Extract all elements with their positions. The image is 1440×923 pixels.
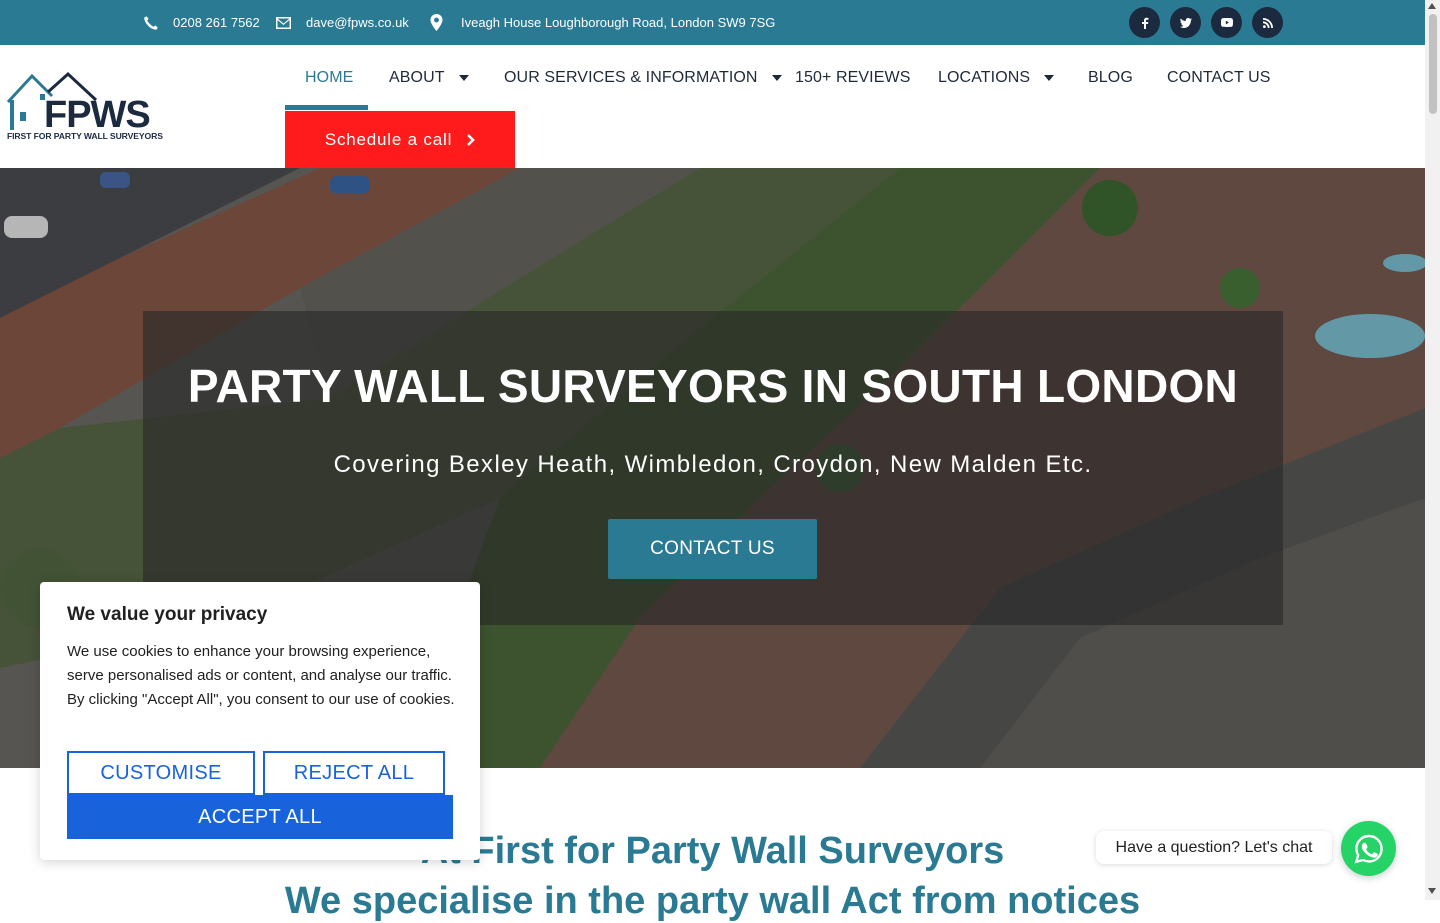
nav-active-indicator <box>285 105 368 110</box>
whatsapp-chat-button[interactable] <box>1341 821 1396 876</box>
nav-services[interactable]: OUR SERVICES & INFORMATION <box>504 62 782 94</box>
chat-prompt[interactable]: Have a question? Let's chat <box>1096 831 1332 864</box>
about-subheading: We specialise in the party wall Act from… <box>284 880 1141 922</box>
schedule-call-button[interactable]: Schedule a call <box>285 111 515 168</box>
phone-number[interactable]: 0208 261 7562 <box>173 15 260 30</box>
hero-contact-button[interactable]: CONTACT US <box>608 519 817 579</box>
envelope-icon <box>276 16 291 29</box>
whatsapp-icon <box>1354 834 1383 864</box>
scroll-up-arrow-icon[interactable] <box>1428 3 1436 9</box>
phone-icon <box>144 15 158 30</box>
hero-content-box: PARTY WALL SURVEYORS IN SOUTH LONDON Cov… <box>143 311 1283 625</box>
nav-locations-label: LOCATIONS <box>938 69 1031 86</box>
fpws-logo[interactable]: FPWS FIRST FOR PARTY WALL SURVEYORS <box>6 70 168 142</box>
nav-reviews-label: 150+ REVIEWS <box>795 69 911 86</box>
scroll-thumb[interactable] <box>1429 14 1437 114</box>
nav-home-label: HOME <box>305 69 354 86</box>
cookie-text: We use cookies to enhance your browsing … <box>67 643 455 708</box>
nav-blog[interactable]: BLOG <box>1088 62 1133 94</box>
page-scrollbar[interactable] <box>1425 0 1440 900</box>
caret-down-icon <box>1044 75 1055 81</box>
youtube-icon[interactable] <box>1211 7 1242 38</box>
email-contact[interactable]: dave@fpws.co.uk <box>275 0 409 45</box>
hero-subtitle: Covering Bexley Heath, Wimbledon, Croydo… <box>333 451 1093 478</box>
twitter-icon[interactable] <box>1170 7 1201 38</box>
top-bar: 0208 261 7562 dave@fpws.co.uk Iveagh Hou… <box>0 0 1425 45</box>
facebook-icon[interactable] <box>1129 7 1160 38</box>
phone-contact[interactable]: 0208 261 7562 <box>143 0 260 45</box>
email-address[interactable]: dave@fpws.co.uk <box>306 15 409 30</box>
map-pin-icon <box>430 14 443 31</box>
nav-about-label: ABOUT <box>389 69 445 86</box>
nav-locations[interactable]: LOCATIONS <box>938 62 1055 94</box>
nav-services-label: OUR SERVICES & INFORMATION <box>504 69 758 86</box>
chevron-right-icon <box>467 133 475 146</box>
cookie-consent-banner: We value your privacy We use cookies to … <box>40 582 480 860</box>
nav-home[interactable]: HOME <box>305 62 353 94</box>
nav-reviews[interactable]: 150+ REVIEWS <box>795 62 910 94</box>
address-contact: Iveagh House Loughborough Road, London S… <box>430 0 775 45</box>
customise-button[interactable]: CUSTOMISE <box>67 751 255 795</box>
caret-down-icon <box>458 75 469 81</box>
rss-icon[interactable] <box>1252 7 1283 38</box>
caret-down-icon <box>771 75 782 81</box>
scroll-down-arrow-icon[interactable] <box>1428 888 1436 894</box>
schedule-call-label: Schedule a call <box>324 129 453 149</box>
address-text: Iveagh House Loughborough Road, London S… <box>461 15 776 30</box>
cookie-title: We value your privacy <box>67 604 268 625</box>
nav-contact[interactable]: CONTACT US <box>1167 62 1271 94</box>
logo-tagline: FIRST FOR PARTY WALL SURVEYORS <box>7 131 163 141</box>
accept-all-button[interactable]: ACCEPT ALL <box>67 795 453 839</box>
hero-title: PARTY WALL SURVEYORS IN SOUTH LONDON <box>187 360 1239 412</box>
nav-blog-label: BLOG <box>1088 69 1133 86</box>
reject-all-button[interactable]: REJECT ALL <box>263 751 445 795</box>
nav-contact-label: CONTACT US <box>1167 69 1271 86</box>
nav-about[interactable]: ABOUT <box>389 62 469 94</box>
